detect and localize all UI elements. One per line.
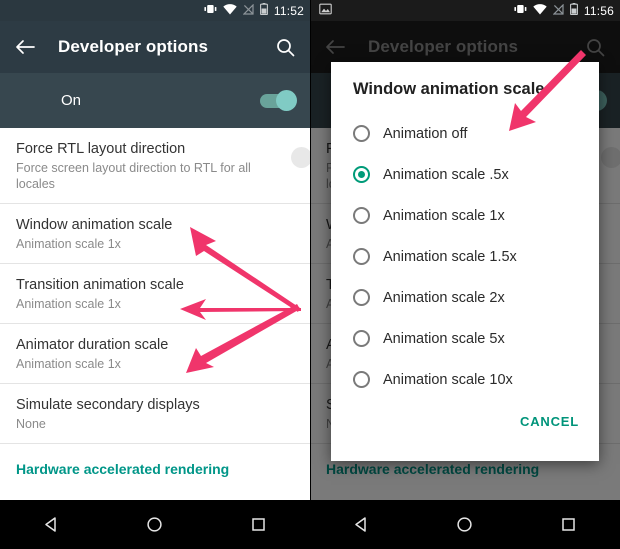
back-triangle-icon[interactable] [342,505,382,545]
list-item-subtitle: None [16,417,46,431]
radio-option-label: Animation off [383,125,468,142]
left-phone-screen: 11:52 Developer options On Force RTL lay… [0,0,310,549]
status-bar: 11:56 [310,0,620,21]
window-animation-scale-dialog: Window animation scale Animation off Ani… [331,62,599,461]
wifi-icon [223,2,237,20]
signal-off-icon [552,2,564,20]
list-item-title: Window animation scale [16,217,173,233]
section-header-label: Hardware accelerated rendering [16,461,230,477]
radio-button-icon[interactable] [353,330,370,347]
radio-option-label: Animation scale .5x [383,166,509,183]
home-circle-icon[interactable] [135,505,175,545]
radio-button-icon[interactable] [353,248,370,265]
radio-option-label: Animation scale 5x [383,330,505,347]
radio-button-icon[interactable] [353,207,370,224]
battery-icon [569,2,578,20]
recents-square-icon[interactable] [238,505,278,545]
list-item-title: Animator duration scale [16,337,169,353]
status-bar-clock: 11:52 [273,3,304,18]
page-title: Developer options [58,37,209,56]
list-item-window-animation-scale[interactable]: Window animation scale Animation scale 1… [0,204,310,263]
list-item-animator-duration-scale[interactable]: Animator duration scale Animation scale … [0,324,310,383]
screenshot-image-icon [319,2,332,20]
list-item-subtitle: Animation scale 1x [16,357,121,371]
dialog-actions: CANCEL [331,400,599,429]
radio-option-label: Animation scale 1x [383,207,505,224]
search-icon[interactable] [274,36,296,58]
settings-list: Force RTL layout direction Force screen … [0,128,310,493]
radio-button-icon[interactable] [353,289,370,306]
master-switch-toggle[interactable] [260,89,297,111]
radio-option-scale-10x[interactable]: Animation scale 10x [331,359,599,400]
list-item-subtitle: Force screen layout direction to RTL for… [16,161,251,191]
status-bar-icons: 11:56 [514,2,614,20]
navigation-bar [0,500,310,549]
radio-option-label: Animation scale 2x [383,289,505,306]
list-item-force-rtl[interactable]: Force RTL layout direction Force screen … [0,128,310,203]
radio-button-icon[interactable] [353,125,370,142]
master-switch-label: On [61,92,82,109]
radio-option-scale-point5x[interactable]: Animation scale .5x [331,154,599,195]
developer-options-master-switch-row[interactable]: On [0,73,310,128]
app-bar: Developer options [0,21,310,73]
list-item-subtitle: Animation scale 1x [16,297,121,311]
radio-option-animation-off[interactable]: Animation off [331,113,599,154]
list-item-title: Simulate secondary displays [16,397,200,413]
radio-option-scale-1point5x[interactable]: Animation scale 1.5x [331,236,599,277]
list-item-simulate-secondary-displays[interactable]: Simulate secondary displays None [0,384,310,443]
section-header-hardware-accelerated-rendering: Hardware accelerated rendering [0,444,310,493]
dialog-title: Window animation scale [353,80,545,98]
switch-thumb [276,89,297,111]
radio-option-label: Animation scale 10x [383,371,513,388]
status-bar-clock: 11:56 [583,3,614,18]
right-phone-screen: 11:56 Developer options On Force RTL lay… [310,0,620,549]
radio-option-scale-1x[interactable]: Animation scale 1x [331,195,599,236]
radio-button-icon[interactable] [353,371,370,388]
radio-option-scale-5x[interactable]: Animation scale 5x [331,318,599,359]
recents-square-icon[interactable] [548,505,588,545]
battery-icon [259,2,268,20]
status-bar-icons: 11:52 [204,2,304,20]
list-item-title: Transition animation scale [16,277,184,293]
panel-divider [310,0,311,549]
dual-phone-screenshot: 11:52 Developer options On Force RTL lay… [0,0,620,549]
signal-off-icon [242,2,254,20]
home-circle-icon[interactable] [445,505,485,545]
status-bar-notifications [316,2,332,20]
status-bar: 11:52 [0,0,310,21]
vibrate-icon [204,2,217,20]
cancel-button[interactable]: CANCEL [520,414,579,429]
vibrate-icon [514,2,527,20]
list-item-title: Force RTL layout direction [16,141,186,157]
wifi-icon [533,2,547,20]
navigation-bar [310,500,620,549]
radio-option-scale-2x[interactable]: Animation scale 2x [331,277,599,318]
back-triangle-icon[interactable] [32,505,72,545]
list-item-subtitle: Animation scale 1x [16,237,121,251]
radio-button-selected-icon[interactable] [353,166,370,183]
list-item-transition-animation-scale[interactable]: Transition animation scale Animation sca… [0,264,310,323]
radio-option-label: Animation scale 1.5x [383,248,517,265]
back-arrow-icon[interactable] [14,36,36,58]
